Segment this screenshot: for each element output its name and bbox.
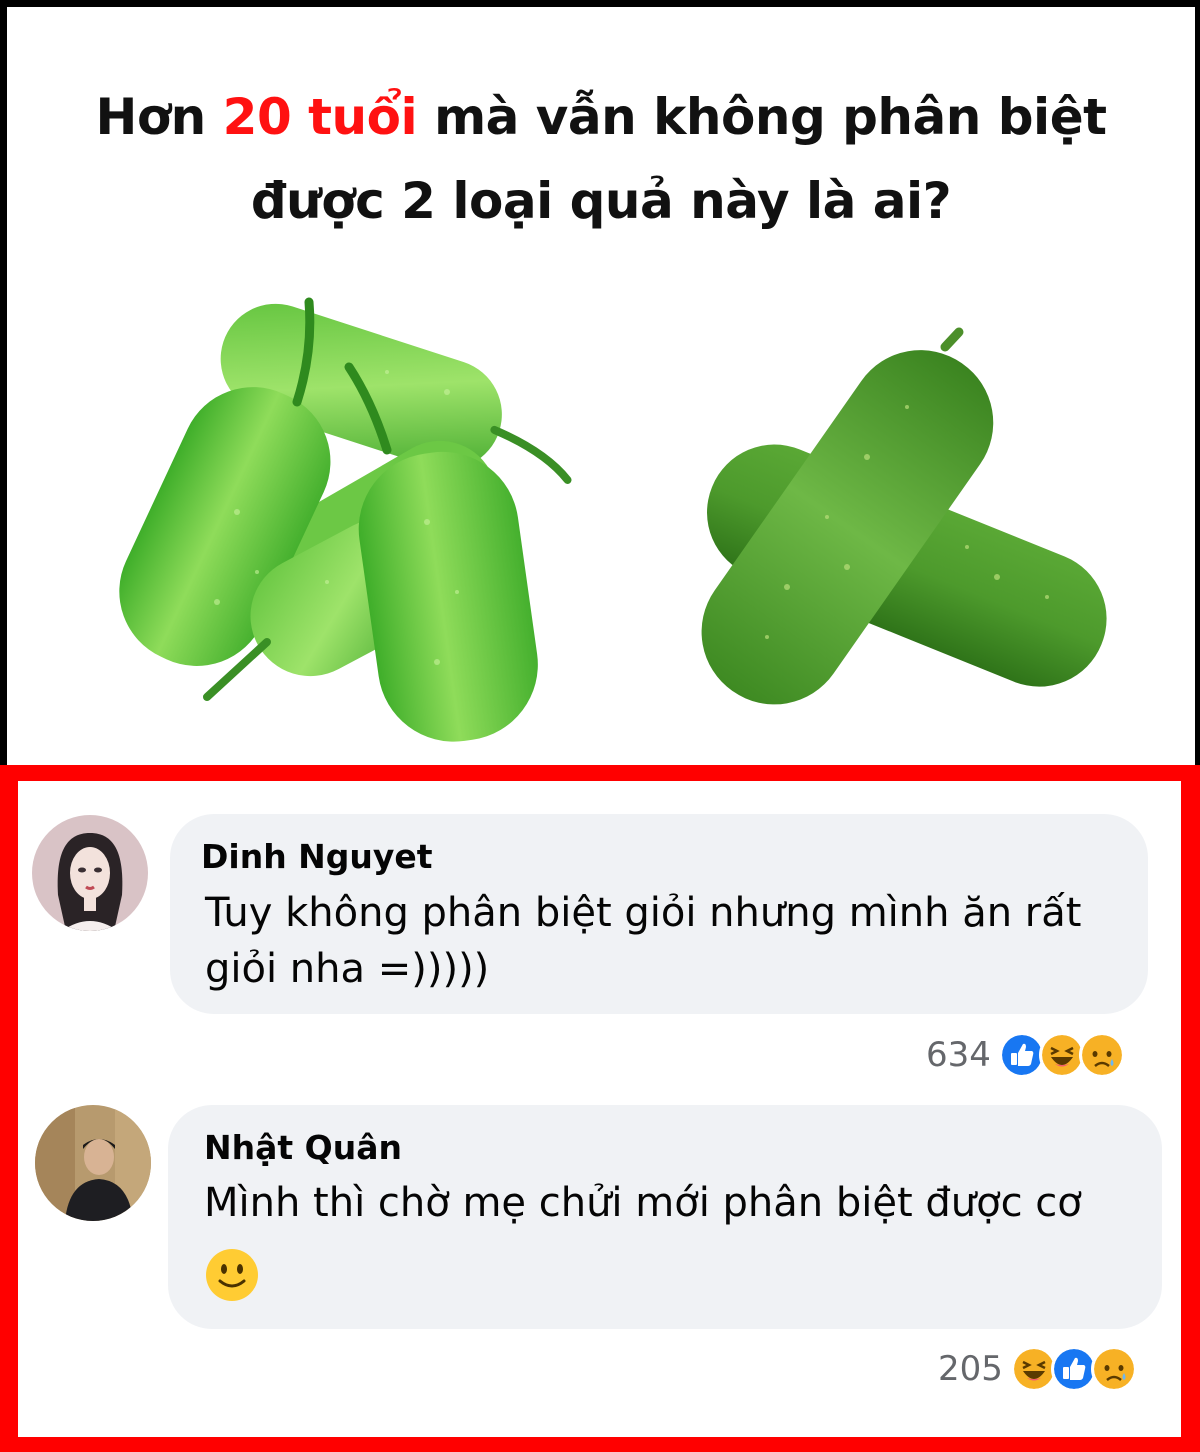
bottle-gourd-photo <box>87 272 607 752</box>
post-image: Hơn 20 tuổi mà vẫn không phân biệt được … <box>7 7 1195 765</box>
highlighted-comments: Dinh Nguyet Tuy không phân biệt giỏi như… <box>0 765 1200 1452</box>
avatar[interactable] <box>32 815 148 931</box>
comment-text: Tuy không phân biệt giỏi nhưng mình ăn r… <box>205 885 1135 997</box>
headline-line2: được 2 loại quả này là ai? <box>250 172 952 230</box>
comment-author[interactable]: Dinh Nguyet <box>201 837 433 876</box>
reaction-count: 205 <box>938 1349 1003 1389</box>
headline-accent: 20 tuổi <box>222 88 418 146</box>
image-frame: Hơn 20 tuổi mà vẫn không phân biệt được … <box>0 0 1200 1452</box>
headline-rest: mà vẫn không phân biệt <box>417 88 1107 146</box>
reaction-count: 634 <box>926 1035 991 1075</box>
comment-text-line: Tuy không phân biệt giỏi nhưng mình ăn r… <box>205 890 1082 936</box>
sad-icon <box>1078 1032 1125 1078</box>
post-headline: Hơn 20 tuổi mà vẫn không phân biệt được … <box>7 75 1195 243</box>
comment-author[interactable]: Nhật Quân <box>204 1128 402 1167</box>
comment-text: Mình thì chờ mẹ chửi mới phân biệt được … <box>204 1175 1154 1231</box>
headline-prefix: Hơn <box>95 88 223 146</box>
avatar[interactable] <box>35 1105 151 1221</box>
reactions-summary[interactable]: 634 <box>926 1029 1125 1081</box>
comment-text-line: Mình thì chờ mẹ chửi mới phân biệt được … <box>204 1180 1082 1226</box>
slightly-smiling-emoji <box>204 1247 260 1303</box>
sad-icon <box>1090 1346 1137 1392</box>
comment-text-line: giỏi nha =))))) <box>205 946 490 992</box>
comments-list: Dinh Nguyet Tuy không phân biệt giỏi như… <box>18 781 1181 1437</box>
wax-gourd-photo <box>667 307 1147 727</box>
reactions-summary[interactable]: 205 <box>938 1343 1137 1395</box>
